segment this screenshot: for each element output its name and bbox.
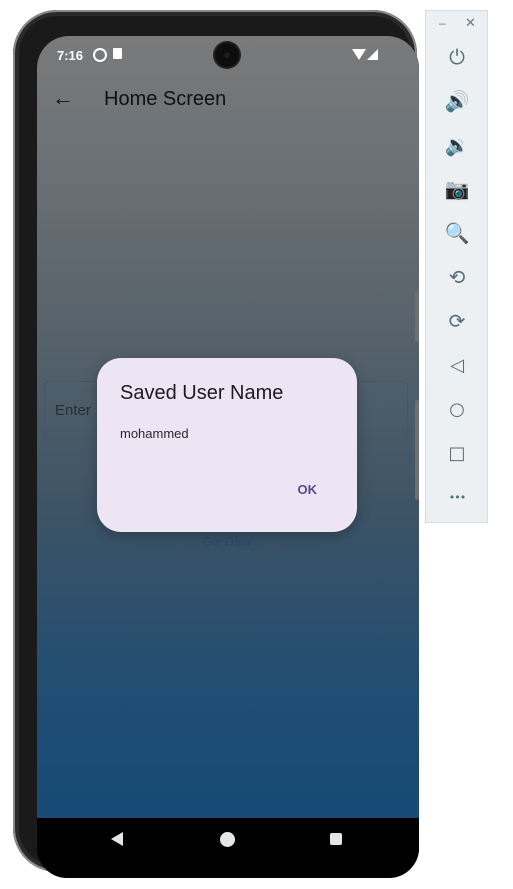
nav-recents-icon[interactable] [330,833,342,845]
minimize-button[interactable]: – [439,16,446,30]
emulator-window: 7:16 ← Home Screen Enter Get Data Saved … [0,0,513,889]
emulator-tool-panel: – ✕ ⏻ 🔊 🔉 📷 🔍 ⟲ ⟳ ◁ ○ □ ••• [425,10,488,523]
nav-home-icon[interactable] [220,832,235,847]
volume-side-button [415,400,419,500]
home-icon[interactable]: ○ [443,395,471,423]
rotate-left-icon[interactable]: ⟲ [443,263,471,291]
phone-frame: 7:16 ← Home Screen Enter Get Data Saved … [13,10,419,878]
zoom-icon[interactable]: 🔍 [443,219,471,247]
ok-button[interactable]: OK [292,478,324,501]
overview-icon[interactable]: □ [443,439,471,467]
power-icon[interactable]: ⏻ [443,43,471,71]
close-button[interactable]: ✕ [465,15,476,31]
panel-window-controls: – ✕ [426,11,489,37]
alert-dialog: Saved User Name mohammed OK [97,358,357,532]
volume-down-icon[interactable]: 🔉 [443,131,471,159]
back-icon[interactable]: ◁ [443,351,471,379]
dialog-title: Saved User Name [120,382,284,404]
volume-up-icon[interactable]: 🔊 [443,87,471,115]
more-icon[interactable]: ••• [443,483,471,511]
system-nav-bar [37,818,419,862]
power-side-button [415,290,419,342]
camera-icon[interactable]: 📷 [443,175,471,203]
nav-back-icon[interactable] [111,832,123,846]
app-background: 7:16 ← Home Screen Enter Get Data Saved … [37,36,419,818]
phone-screen: 7:16 ← Home Screen Enter Get Data Saved … [37,36,419,878]
rotate-right-icon[interactable]: ⟳ [443,307,471,335]
dialog-content: mohammed [120,426,189,441]
